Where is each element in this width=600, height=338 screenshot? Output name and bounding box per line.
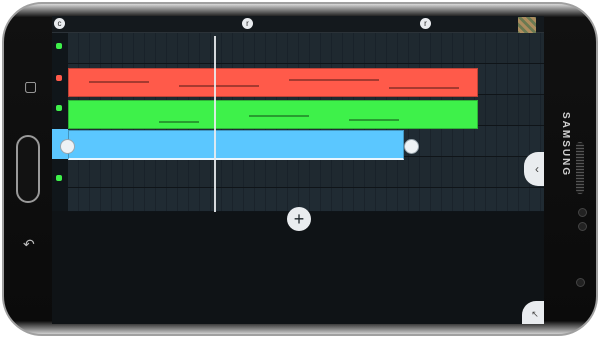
timeline-ruler[interactable]: c r r [52, 16, 544, 39]
track-lane[interactable] [68, 33, 544, 64]
app-screen: c r r + ‹ ↖ [52, 16, 544, 324]
recents-icon[interactable]: ▢ [24, 78, 37, 95]
blue-clip-selected[interactable] [68, 130, 404, 160]
note-bar [289, 79, 379, 81]
home-button[interactable] [16, 135, 40, 203]
green-clip[interactable] [68, 100, 478, 129]
expand-panel-button[interactable]: ‹ [524, 152, 544, 186]
clip-left-handle[interactable] [60, 139, 75, 154]
locator-marker[interactable]: r [242, 18, 253, 29]
note-bar [249, 115, 309, 117]
speaker-grille [576, 142, 584, 194]
back-icon[interactable]: ↶ [23, 236, 35, 253]
red-clip[interactable] [68, 68, 478, 97]
loop-end-marker[interactable]: r [420, 18, 431, 29]
track-header-column [52, 33, 68, 211]
note-bar [349, 119, 399, 121]
playhead[interactable] [214, 36, 216, 212]
track-3-instrument-icon[interactable] [56, 105, 62, 111]
note-bar [389, 87, 459, 89]
resize-handle[interactable]: ↖ [522, 301, 544, 324]
brand-logo: SAMSUNG [560, 112, 571, 178]
track-2-instrument-icon[interactable] [56, 75, 62, 81]
note-bar [159, 121, 199, 123]
proximity-sensor [576, 278, 585, 287]
light-sensor [578, 222, 587, 231]
clip-right-handle[interactable] [404, 139, 419, 154]
note-bar [179, 85, 259, 87]
track-lane[interactable] [68, 157, 544, 188]
note-bar [89, 81, 149, 83]
front-camera [578, 208, 587, 217]
track-5-instrument-icon[interactable] [56, 175, 62, 181]
track-1-instrument-icon[interactable] [56, 43, 62, 49]
add-track-button[interactable]: + [287, 207, 311, 231]
loop-start-marker[interactable]: c [54, 18, 65, 29]
